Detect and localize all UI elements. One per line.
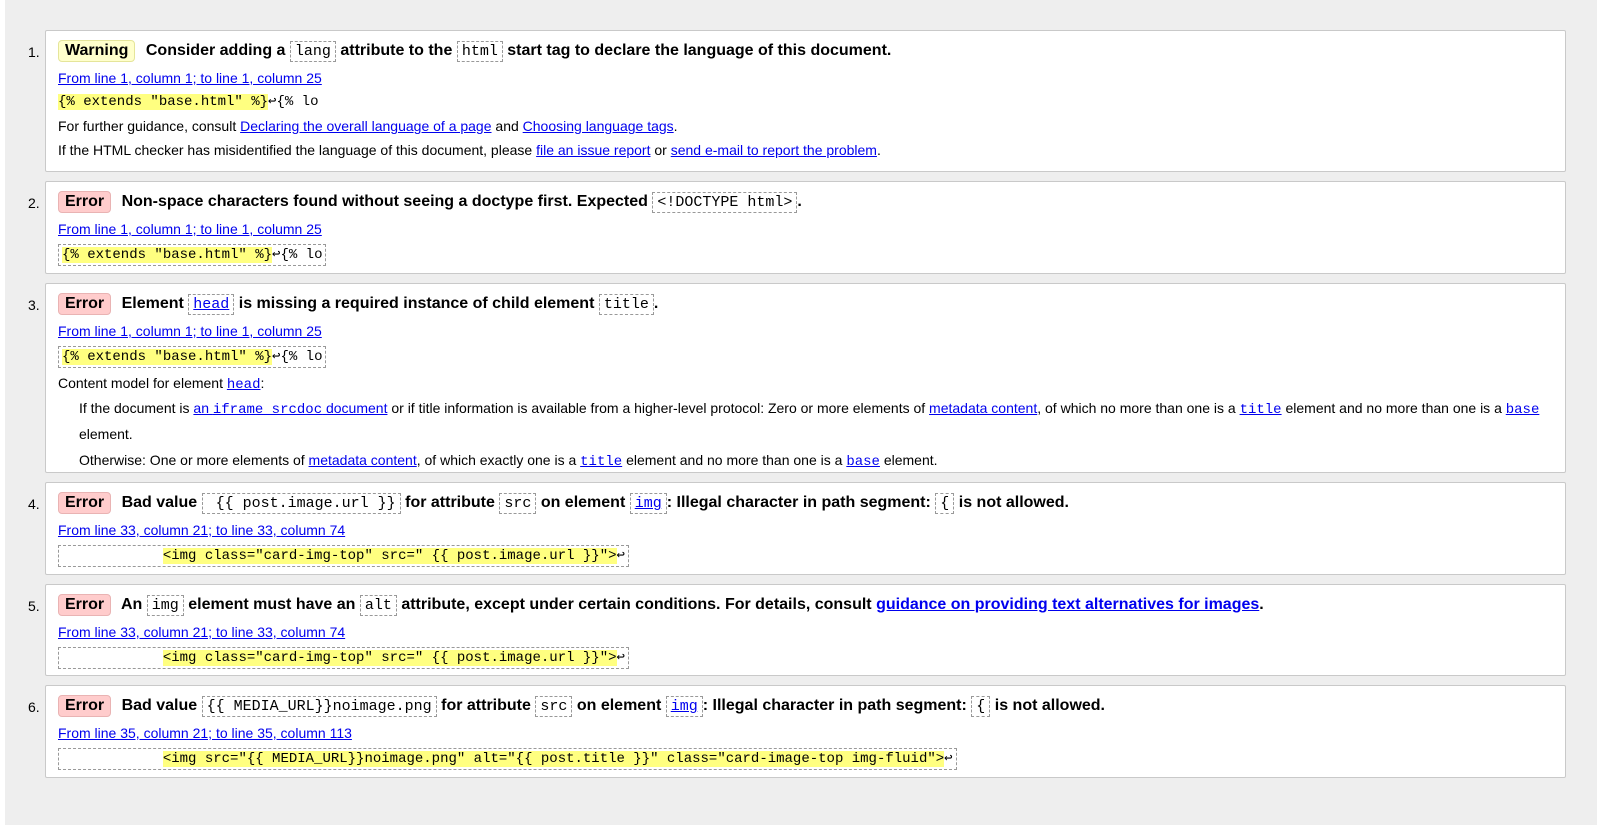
- alt-code: alt: [359, 595, 397, 616]
- message-title: Error Bad value {{ MEDIA_URL}}noimage.pn…: [58, 695, 1553, 718]
- misidentified-text: If the HTML checker has misidentified th…: [58, 142, 881, 158]
- message-title: Warning Consider adding a lang attribute…: [58, 40, 1553, 63]
- message-number: 2.: [28, 195, 40, 211]
- declaring-language-link[interactable]: Declaring the overall language of a page: [240, 118, 491, 134]
- file-issue-link[interactable]: file an issue report: [536, 142, 650, 158]
- location-link[interactable]: From line 33, column 21; to line 33, col…: [58, 623, 1553, 641]
- location-link[interactable]: From line 1, column 1; to line 1, column…: [58, 322, 1553, 340]
- source-extract: <img class="card-img-top" src=" {{ post.…: [58, 647, 629, 669]
- head-element-link[interactable]: head: [226, 377, 261, 393]
- message-number: 1.: [28, 44, 40, 60]
- message-title: Error An img element must have an alt at…: [58, 594, 1553, 617]
- iframe-srcdoc-link[interactable]: an iframe srcdoc document: [193, 400, 387, 418]
- source-extract: {% extends "base.html" %}↩{% lo: [58, 244, 327, 266]
- message-number: 6.: [28, 699, 40, 715]
- lang-code: lang: [289, 41, 336, 62]
- message-number: 4.: [28, 496, 40, 512]
- metadata-content-link[interactable]: metadata content: [929, 400, 1037, 416]
- source-extract: <img src="{{ MEDIA_URL}}noimage.png" alt…: [58, 748, 957, 770]
- message-item-error: 4. Error Bad value {{ post.image.url }} …: [28, 482, 1566, 575]
- title-element-link[interactable]: title: [1239, 402, 1282, 418]
- choosing-language-tags-link[interactable]: Choosing language tags: [523, 118, 674, 134]
- message-item-error: 2. Error Non-space characters found with…: [28, 181, 1566, 274]
- title-element-link[interactable]: title: [580, 454, 623, 470]
- messages-panel: 1. Warning Consider adding a lang attrib…: [5, 0, 1597, 825]
- guidance-text: For further guidance, consult Declaring …: [58, 118, 678, 134]
- error-badge: Error: [58, 594, 112, 616]
- illegal-char-code: {: [935, 493, 955, 514]
- base-element-link[interactable]: base: [846, 454, 880, 470]
- content-model-line-2: Otherwise: One or more elements of metad…: [79, 452, 938, 470]
- content-model-line-1: If the document is an iframe srcdoc docu…: [79, 400, 1540, 442]
- location-link[interactable]: From line 1, column 1; to line 1, column…: [58, 220, 1553, 238]
- message-item-warning: 1. Warning Consider adding a lang attrib…: [28, 30, 1566, 172]
- head-element-link[interactable]: head: [188, 294, 235, 315]
- message-title: Error Bad value {{ post.image.url }} for…: [58, 492, 1553, 515]
- message-number: 5.: [28, 598, 40, 614]
- message-title: Error Element head is missing a required…: [58, 293, 1553, 316]
- message-number: 3.: [28, 297, 40, 313]
- src-code: src: [535, 696, 573, 717]
- illegal-char-code: {: [971, 696, 991, 717]
- message-item-error: 6. Error Bad value {{ MEDIA_URL}}noimage…: [28, 685, 1566, 778]
- message-item-error: 5. Error An img element must have an alt…: [28, 584, 1566, 676]
- location-link[interactable]: From line 35, column 21; to line 35, col…: [58, 724, 1553, 742]
- message-title: Error Non-space characters found without…: [58, 191, 1553, 214]
- doctype-code: <!DOCTYPE html>: [652, 192, 798, 213]
- error-badge: Error: [58, 191, 112, 213]
- text-alternatives-guidance-link[interactable]: guidance on providing text alternatives …: [876, 596, 1259, 613]
- error-badge: Error: [58, 695, 112, 717]
- content-model-heading: Content model for element head:: [58, 375, 265, 393]
- img-element-link[interactable]: img: [629, 493, 667, 514]
- src-code: src: [499, 493, 537, 514]
- html-code: html: [456, 41, 503, 62]
- error-badge: Error: [58, 293, 112, 315]
- bad-value-code: {{ post.image.url }}: [201, 493, 401, 514]
- location-link[interactable]: From line 1, column 1; to line 1, column…: [58, 69, 1553, 87]
- send-email-link[interactable]: send e-mail to report the problem: [671, 142, 877, 158]
- source-extract: {% extends "base.html" %}↩{% lo: [58, 346, 327, 368]
- error-badge: Error: [58, 492, 112, 514]
- img-code: img: [146, 595, 184, 616]
- source-extract: <img class="card-img-top" src=" {{ post.…: [58, 545, 629, 567]
- source-extract: {% extends "base.html" %}↩{% lo: [58, 94, 319, 110]
- base-element-link[interactable]: base: [1505, 402, 1540, 418]
- metadata-content-link[interactable]: metadata content: [309, 452, 417, 468]
- img-element-link[interactable]: img: [665, 696, 703, 717]
- bad-value-code: {{ MEDIA_URL}}noimage.png: [201, 696, 437, 717]
- location-link[interactable]: From line 33, column 21; to line 33, col…: [58, 521, 1553, 539]
- message-item-error: 3. Error Element head is missing a requi…: [28, 283, 1566, 473]
- title-code: title: [598, 294, 654, 315]
- warning-badge: Warning: [58, 40, 136, 62]
